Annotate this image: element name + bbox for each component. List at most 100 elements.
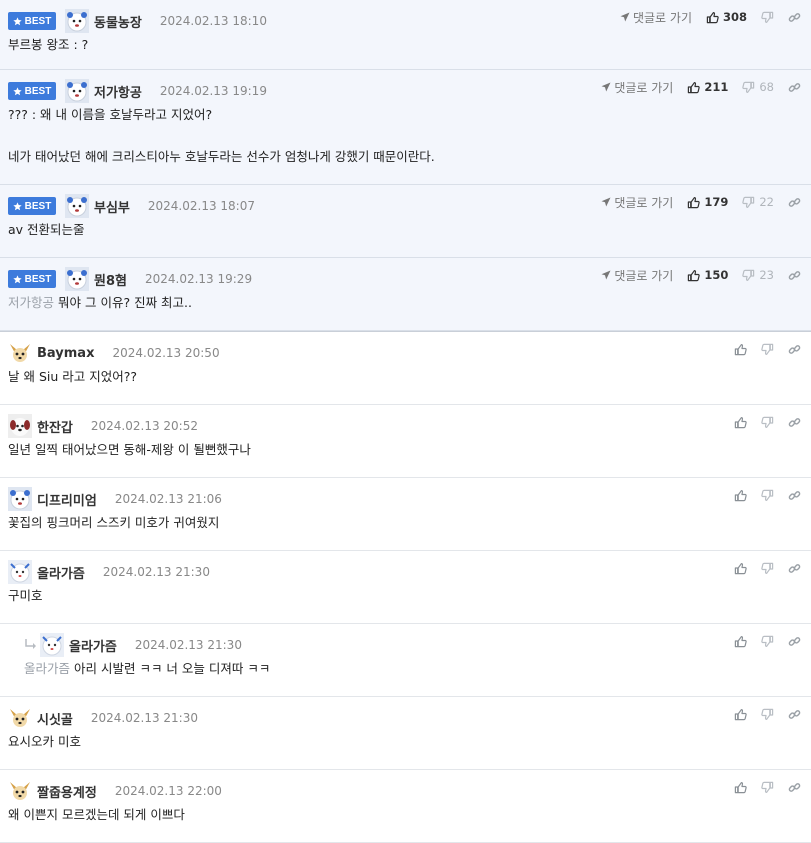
thumbs-up-icon xyxy=(734,708,747,721)
link-icon[interactable] xyxy=(788,708,801,721)
comment-line: 왜 이쁜지 모르겠는데 되게 이쁘다 xyxy=(8,808,185,822)
bear-avatar[interactable] xyxy=(8,487,32,511)
dog-avatar[interactable] xyxy=(8,341,32,365)
goto-comment-link[interactable]: 댓글로 가기 xyxy=(620,9,692,26)
thumbs-down-icon xyxy=(742,269,755,282)
thumbs-down-icon xyxy=(761,489,774,502)
comment-line xyxy=(8,129,435,143)
upvote-button[interactable] xyxy=(734,562,747,575)
line-text: 요시오카 미호 xyxy=(8,734,81,749)
link-icon[interactable] xyxy=(788,635,801,648)
link-icon[interactable] xyxy=(788,343,801,356)
line-text: ??? : 왜 내 이름을 호날두라고 지었어? xyxy=(8,107,213,122)
best-comment: BEST 뭔8혐 2024.02.13 19:29 저가항공 뭐야 그 이유? 진짜 최… xyxy=(0,258,811,331)
best-comment: BEST 저가항공 2024.02.13 19:19 ??? : 왜 내 이름을 호날… xyxy=(0,70,811,185)
mention-link[interactable]: 올라가즘 xyxy=(24,661,70,676)
goto-label: 댓글로 가기 xyxy=(614,195,674,210)
comment: 올라가즘 2024.02.13 21:30 구미호 xyxy=(0,551,811,624)
dog-avatar[interactable] xyxy=(8,779,32,803)
downvote-button[interactable] xyxy=(761,635,774,648)
bear-avatar[interactable] xyxy=(65,194,89,218)
seal-avatar[interactable] xyxy=(40,633,64,657)
upvote-button[interactable]: 150 xyxy=(687,268,728,282)
link-icon[interactable] xyxy=(788,489,801,502)
link-icon[interactable] xyxy=(788,781,801,794)
seal-avatar[interactable] xyxy=(8,560,32,584)
nickname[interactable]: 저가항공 xyxy=(94,82,142,101)
upvote-button[interactable]: 308 xyxy=(706,10,747,24)
upvote-button[interactable] xyxy=(734,708,747,721)
link-icon[interactable] xyxy=(788,196,801,209)
nickname[interactable]: 올라가즘 xyxy=(69,636,117,655)
upvote-count: 308 xyxy=(722,10,747,24)
downvote-button[interactable] xyxy=(761,11,774,24)
nickname[interactable]: 동물농장 xyxy=(94,12,142,31)
upvote-count: 211 xyxy=(704,80,729,94)
goto-label: 댓글로 가기 xyxy=(614,268,674,283)
thumbs-up-icon xyxy=(687,269,701,282)
thumbs-down-icon xyxy=(761,708,774,721)
nickname[interactable]: 짤줍용계정 xyxy=(37,782,97,801)
puppy-avatar[interactable] xyxy=(8,414,32,438)
nickname[interactable]: 디프리미엄 xyxy=(37,490,97,509)
bear-avatar[interactable] xyxy=(65,79,89,103)
downvote-button[interactable] xyxy=(761,416,774,429)
upvote-button[interactable]: 179 xyxy=(687,195,728,209)
goto-comment-link[interactable]: 댓글로 가기 xyxy=(601,267,673,284)
upvote-button[interactable]: 211 xyxy=(687,80,728,94)
comment-header: Baymax 2024.02.13 20:50 xyxy=(8,341,220,365)
downvote-button[interactable]: 68 xyxy=(742,80,774,94)
downvote-button[interactable]: 23 xyxy=(742,268,774,282)
nickname[interactable]: 뭔8혐 xyxy=(94,270,127,289)
goto-comment-link[interactable]: 댓글로 가기 xyxy=(601,79,673,96)
bear-avatar[interactable] xyxy=(65,9,89,33)
nickname[interactable]: 시싯골 xyxy=(37,709,73,728)
line-text: 구미호 xyxy=(8,588,43,603)
nickname[interactable]: 올라가즘 xyxy=(37,563,85,582)
comment-actions xyxy=(734,559,801,577)
downvote-button[interactable] xyxy=(761,781,774,794)
downvote-button[interactable] xyxy=(761,562,774,575)
upvote-button[interactable] xyxy=(734,416,747,429)
comment-line: 부르봉 왕조 : ? xyxy=(8,38,88,52)
comment-line: 요시오카 미호 xyxy=(8,735,81,749)
goto-comment-link[interactable]: 댓글로 가기 xyxy=(601,194,673,211)
upvote-button[interactable] xyxy=(734,489,747,502)
nickname[interactable]: Baymax xyxy=(37,346,94,361)
comment-line: 날 왜 Siu 라고 지었어?? xyxy=(8,370,137,384)
upvote-button[interactable] xyxy=(734,635,747,648)
comment-actions xyxy=(734,705,801,723)
comment-actions xyxy=(734,632,801,650)
link-icon[interactable] xyxy=(788,562,801,575)
comment-line: 꽃집의 핑크머리 스즈키 미호가 귀여웠지 xyxy=(8,516,219,530)
comment-actions xyxy=(734,413,801,431)
best-badge: BEST xyxy=(8,82,56,100)
timestamp: 2024.02.13 20:50 xyxy=(112,346,220,360)
goto-label: 댓글로 가기 xyxy=(632,10,692,25)
downvote-button[interactable] xyxy=(761,489,774,502)
mention-link[interactable]: 저가항공 xyxy=(8,295,54,310)
upvote-button[interactable] xyxy=(734,781,747,794)
nickname[interactable]: 한잔갑 xyxy=(37,417,73,436)
send-arrow-icon xyxy=(601,270,614,280)
best-label: BEST xyxy=(24,200,52,212)
timestamp: 2024.02.13 20:52 xyxy=(90,419,198,433)
downvote-button[interactable] xyxy=(761,708,774,721)
downvote-button[interactable] xyxy=(761,343,774,356)
downvote-button[interactable]: 22 xyxy=(742,195,774,209)
comment-text: av 전환되는줄 xyxy=(8,223,85,237)
dog-avatar[interactable] xyxy=(8,706,32,730)
link-icon[interactable] xyxy=(788,416,801,429)
nickname[interactable]: 부심부 xyxy=(94,197,130,216)
comment-list: BEST 동물농장 2024.02.13 18:10 부르봉 왕조 : ? 댓글로 가기… xyxy=(0,0,811,843)
thumbs-up-icon xyxy=(734,562,747,575)
link-icon[interactable] xyxy=(788,11,801,24)
link-icon[interactable] xyxy=(788,81,801,94)
comment-text: 구미호 xyxy=(8,589,43,603)
timestamp: 2024.02.13 19:19 xyxy=(159,84,267,98)
link-icon[interactable] xyxy=(788,269,801,282)
best-badge: BEST xyxy=(8,197,56,215)
upvote-button[interactable] xyxy=(734,343,747,356)
send-arrow-icon xyxy=(601,197,614,207)
bear-avatar[interactable] xyxy=(65,267,89,291)
